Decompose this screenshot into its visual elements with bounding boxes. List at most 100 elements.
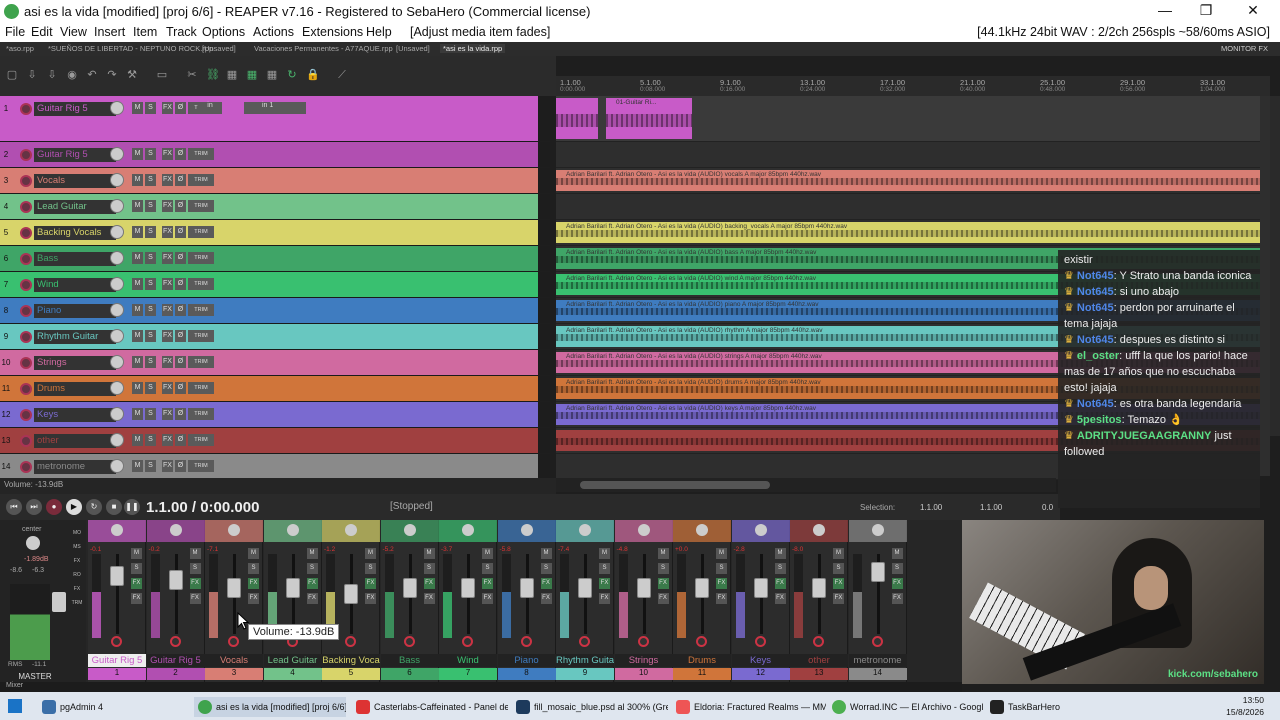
record-arm-button[interactable] [403, 636, 415, 647]
taskbar-item[interactable]: Eldoria: Fractured Realms — MM... [672, 697, 826, 717]
item-edit-icon[interactable]: ▭ [156, 69, 168, 81]
solo-button[interactable]: S [189, 563, 201, 574]
taskbar-item[interactable]: Casterlabs-Caffeinated - Panel de ... [352, 697, 508, 717]
volume-fader[interactable] [695, 578, 709, 598]
track-name[interactable]: Vocals [34, 174, 116, 188]
pan-knob[interactable] [228, 524, 240, 536]
chat-username[interactable]: Not645 [1077, 302, 1114, 314]
record-icon[interactable]: ● [46, 499, 62, 515]
record-arm-button[interactable] [20, 409, 32, 421]
strip-label[interactable]: Backing Voca [322, 654, 380, 667]
pan-knob[interactable] [462, 524, 474, 536]
media-item[interactable]: Adrian Barilari ft. Adrian Otero - Asi e… [556, 222, 1260, 243]
mute-button[interactable]: M [132, 460, 143, 472]
pan-knob[interactable] [754, 524, 767, 536]
track-header[interactable]: 10 Strings M S FX Ø TRIM [0, 350, 550, 376]
solo-button[interactable]: S [248, 563, 259, 574]
track-header[interactable]: 7 Wind M S FX Ø TRIM [0, 272, 550, 298]
record-arm-button[interactable] [813, 636, 824, 647]
strip-label[interactable]: Piano [497, 654, 556, 667]
record-arm-button[interactable] [462, 636, 473, 647]
solo-button[interactable]: S [482, 563, 493, 574]
record-arm-button[interactable] [637, 636, 649, 647]
volume-fader[interactable] [870, 562, 885, 582]
fx-button[interactable]: FX [657, 578, 669, 589]
menu-actions[interactable]: Actions [253, 25, 294, 39]
route-button[interactable]: FX [482, 593, 493, 604]
phase-button[interactable]: Ø [175, 278, 186, 290]
volume-fader[interactable] [227, 578, 241, 598]
mixer-tab[interactable]: Mixer [0, 682, 962, 692]
phase-button[interactable]: Ø [175, 252, 186, 264]
record-arm-button[interactable] [20, 461, 32, 473]
record-arm-button[interactable] [754, 636, 766, 647]
track-header[interactable]: 4 Lead Guitar M S FX Ø TRIM [0, 194, 550, 220]
phase-button[interactable]: Ø [175, 356, 186, 368]
menu-file[interactable]: File [5, 25, 25, 39]
pan-knob[interactable] [345, 524, 357, 536]
record-arm-button[interactable] [20, 383, 32, 395]
track-name[interactable]: Rhythm Guitar [34, 330, 116, 344]
track-name[interactable]: Keys [34, 408, 116, 422]
vertical-scrollbar[interactable] [1270, 96, 1280, 436]
mute-button[interactable]: M [482, 548, 493, 559]
fx-button[interactable]: FX [162, 148, 173, 160]
pan-knob[interactable] [871, 524, 884, 536]
project-settings-icon[interactable]: ◉ [66, 69, 78, 81]
track-header[interactable]: 9 Rhythm Guitar M S FX Ø TRIM [0, 324, 550, 350]
trim-button[interactable]: TRIM [188, 174, 214, 186]
chat-username[interactable]: Not645 [1077, 398, 1114, 410]
fx-button[interactable]: FX [162, 226, 173, 238]
close-button[interactable]: ✕ [1243, 2, 1263, 19]
menu-help[interactable]: Help [366, 25, 392, 39]
track-header[interactable]: 13 other M S FX Ø TRIM [0, 428, 550, 454]
media-item[interactable]: Adrian Barilari ft. Adrian Otero - Asi e… [556, 170, 1260, 191]
route-button[interactable]: FX [657, 593, 669, 604]
menu-item[interactable]: Item [133, 25, 157, 39]
windows-start-icon[interactable] [8, 699, 22, 713]
grid-icon[interactable]: ▦ [226, 69, 238, 81]
fx-button[interactable]: FX [599, 578, 610, 589]
pan-knob[interactable] [579, 524, 591, 536]
record-arm-button[interactable] [696, 636, 707, 647]
fx-button[interactable]: FX [423, 578, 435, 589]
track-header[interactable]: 5 Backing Vocals M S FX Ø TRIM [0, 220, 550, 246]
taskbar-item-active[interactable]: asi es la vida [modified] [proj 6/6] ... [194, 697, 346, 717]
maximize-button[interactable]: ❐ [1196, 2, 1216, 19]
mute-button[interactable]: M [132, 102, 143, 114]
track-name[interactable]: Strings [34, 356, 116, 370]
volume-fader[interactable] [402, 578, 417, 598]
media-item[interactable] [556, 98, 598, 139]
envelope-icon[interactable]: ⟋ [336, 69, 348, 81]
taskbar-item[interactable]: TaskBarHero [986, 697, 1096, 717]
track-name[interactable]: metronome [34, 460, 116, 474]
mute-button[interactable]: M [132, 330, 143, 342]
project-tab[interactable]: *SUEÑOS DE LIBERTAD - NEPTUNO ROCK.rpp [48, 44, 213, 53]
fx-button[interactable]: FX [162, 252, 173, 264]
pan-knob[interactable] [637, 524, 650, 536]
record-arm-button[interactable] [20, 253, 32, 265]
scrollbar-thumb[interactable] [580, 481, 770, 489]
fx-button[interactable]: FX [833, 578, 844, 589]
mute-button[interactable]: M [423, 548, 435, 559]
volume-knob[interactable] [110, 251, 124, 265]
taskbar-item[interactable]: fill_mosaic_blue.psd al 300% (Gree... [512, 697, 668, 717]
fx-button[interactable]: FX [716, 578, 727, 589]
ripple-edit-icon[interactable]: ⛓ [206, 69, 220, 81]
route-button[interactable]: FX [891, 593, 903, 604]
repeat-icon[interactable]: ↻ [86, 499, 102, 515]
volume-fader[interactable] [168, 570, 183, 590]
record-arm-button[interactable] [111, 636, 122, 647]
track-name[interactable]: Piano [34, 304, 116, 318]
phase-button[interactable]: Ø [175, 382, 186, 394]
mute-button[interactable]: M [833, 548, 844, 559]
mute-button[interactable]: M [599, 548, 610, 559]
mute-button[interactable]: M [891, 548, 903, 559]
solo-button[interactable]: S [131, 563, 142, 574]
mute-button[interactable]: M [306, 548, 318, 559]
record-arm-button[interactable] [20, 331, 32, 343]
pan-knob[interactable] [286, 524, 299, 536]
mute-button[interactable]: M [248, 548, 259, 559]
volume-fader[interactable] [812, 578, 826, 598]
fx-button[interactable]: FX [162, 278, 173, 290]
